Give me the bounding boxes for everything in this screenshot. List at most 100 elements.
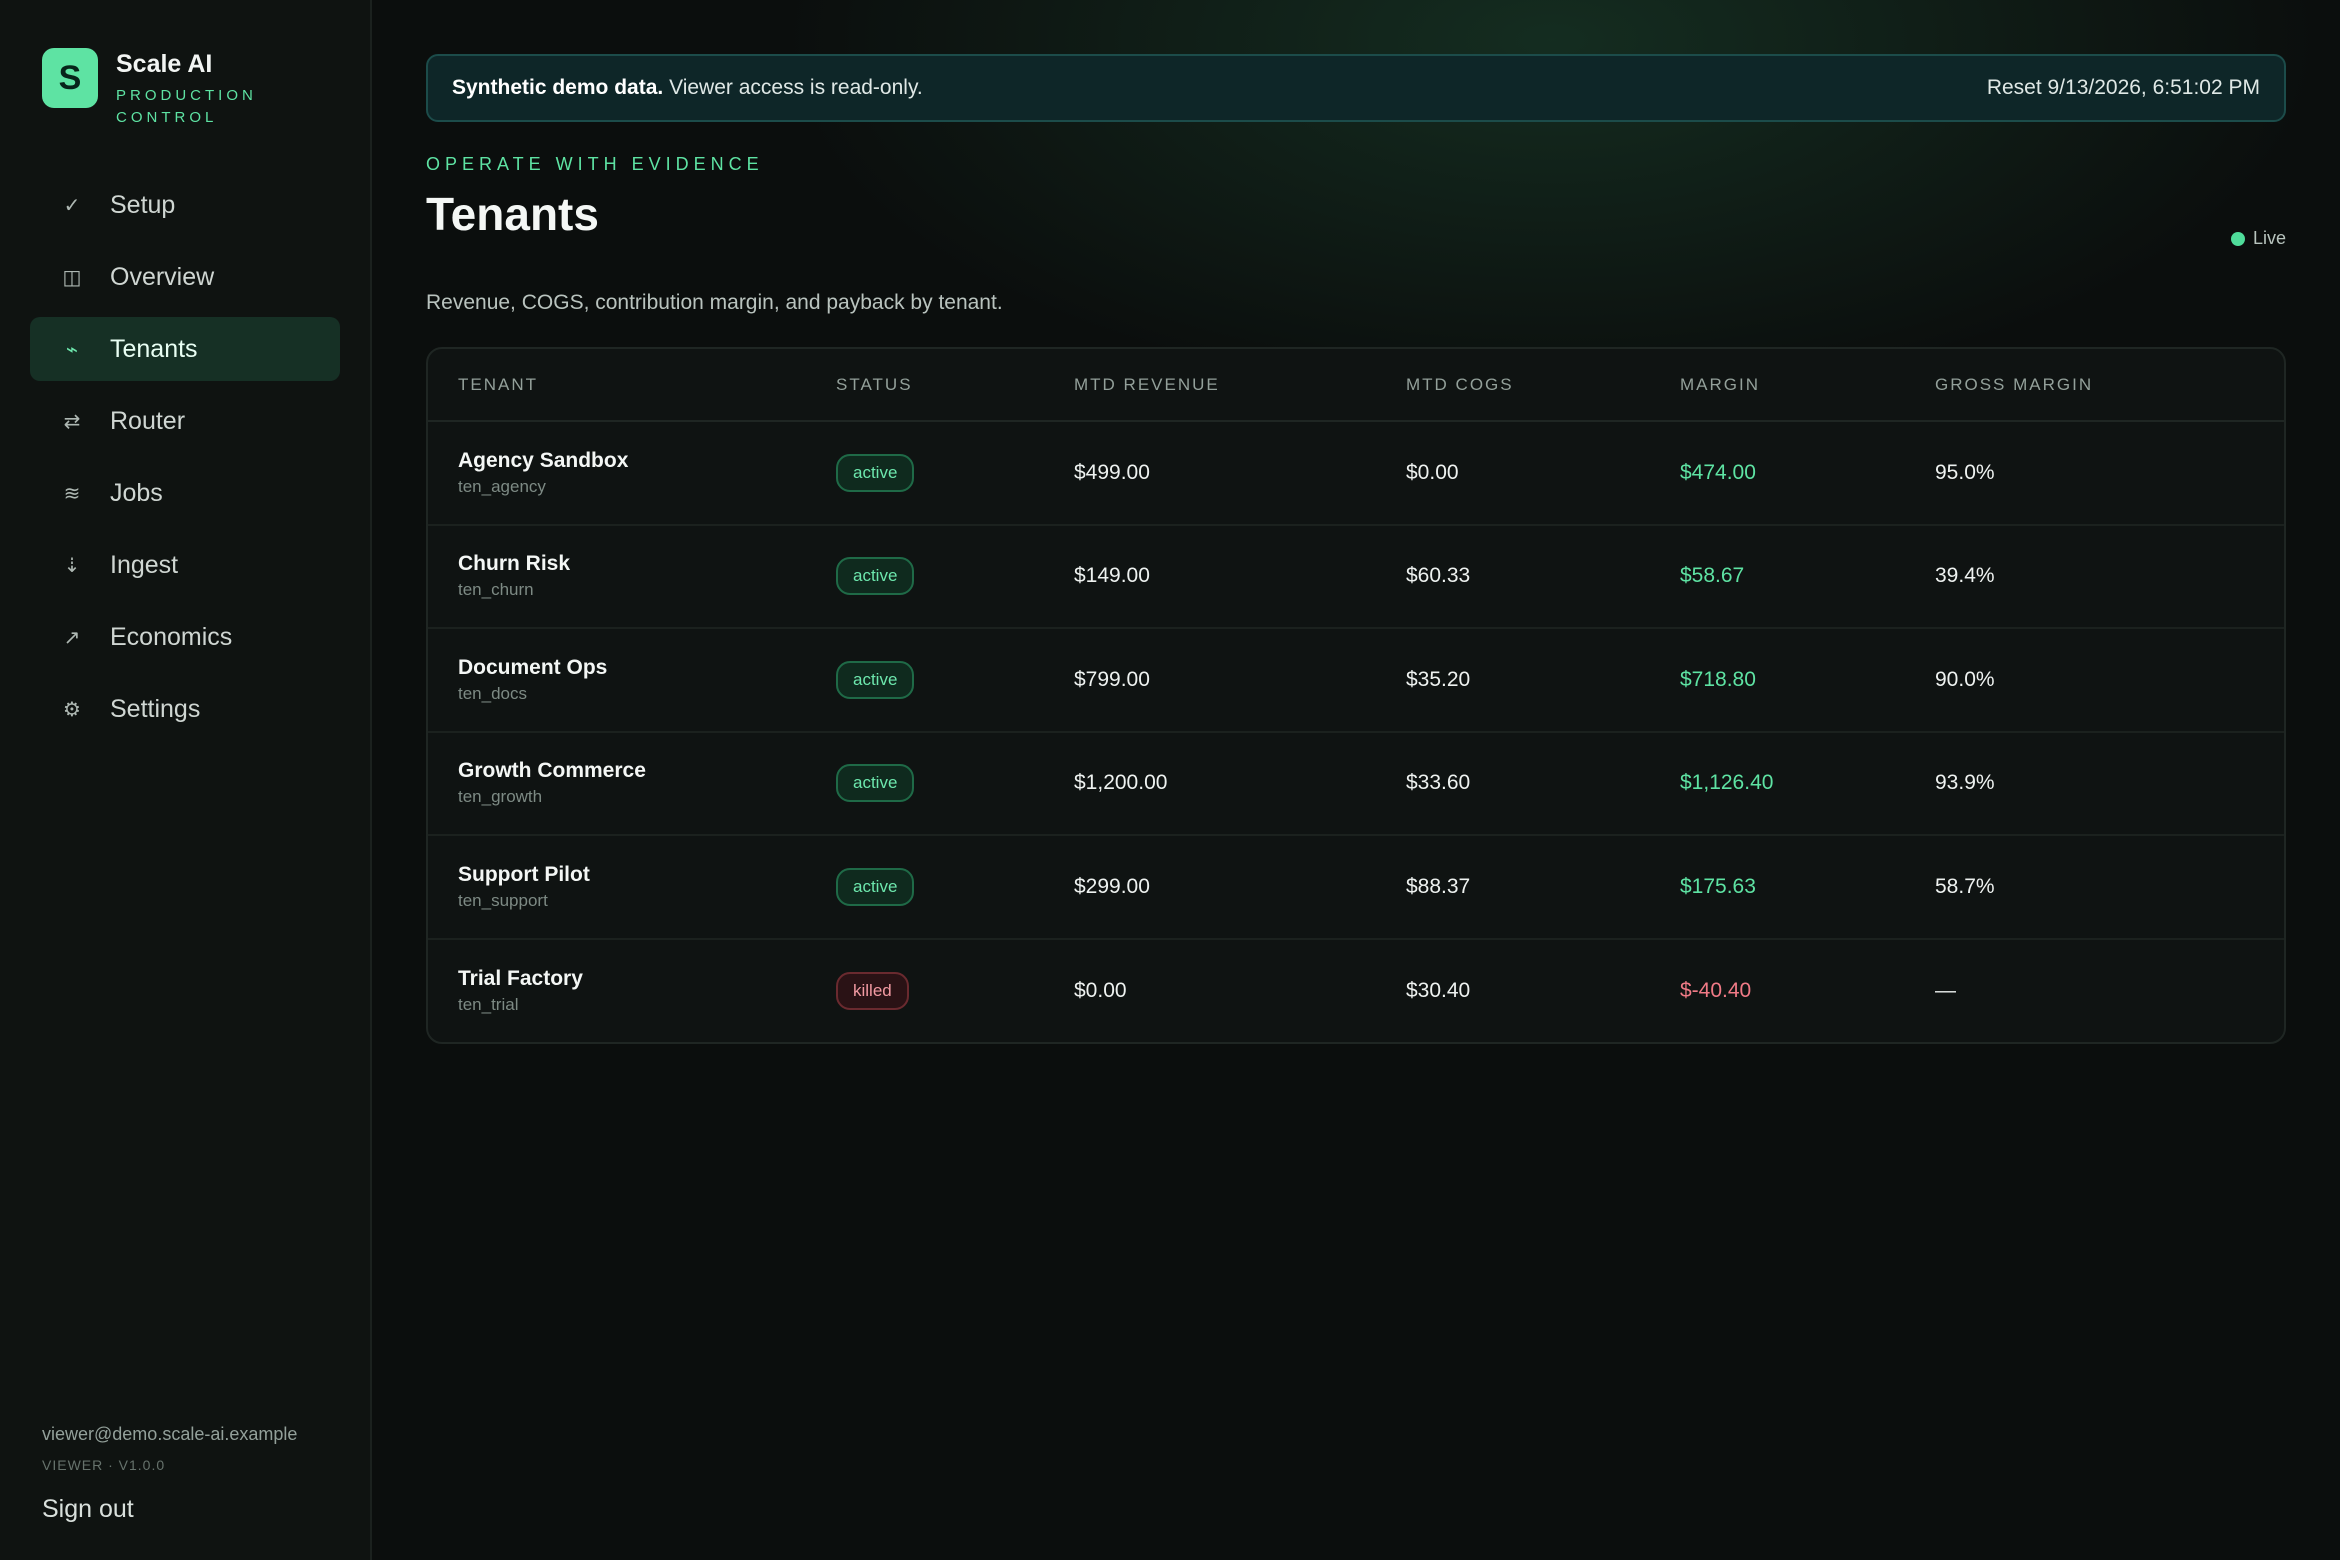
page-eyebrow: OPERATE WITH EVIDENCE [426,154,764,174]
gross-margin-cell: — [1935,978,1956,1002]
tenant-cell: Document Ops ten_docs [428,628,836,733]
status-cell: active [836,731,1074,836]
revenue-cell: $1,200.00 [1074,731,1406,836]
gross-margin-cell: 93.9% [1935,731,2284,836]
gross-margin-cell: 58.7% [1935,835,2284,940]
tenant-cell: Trial Factory ten_trial [428,939,836,1043]
tenant-name[interactable]: Churn Risk [458,552,836,576]
margin-cell: $718.80 [1680,628,1935,733]
tenant-cell: Churn Risk ten_churn [428,524,836,629]
status-badge: active [836,453,915,492]
tenant-id: ten_docs [458,683,527,703]
cogs-cell: $60.33 [1406,524,1680,629]
tenant-id: ten_agency [458,476,546,496]
tenant-name[interactable]: Agency Sandbox [458,449,836,473]
columns-icon: ◫ [62,266,82,289]
sidebar-footer: viewer@demo.scale-ai.example VIEWER · V1… [42,1424,297,1524]
sign-out-button[interactable]: Sign out [42,1495,297,1524]
activity-icon: ⌁ [65,338,79,361]
sidebar-item-label: Settings [110,694,201,723]
status-badge: active [836,660,915,699]
margin-cell: $1,126.40 [1680,731,1935,836]
cogs-cell: $30.40 [1406,978,1471,1002]
header-mtd-cogs[interactable]: MTD COGS [1406,349,1680,422]
revenue-cell: $499.00 [1074,421,1406,526]
brand-subtitle: PRODUCTION CONTROL [116,87,257,126]
sidebar-item-jobs[interactable]: ≋ Jobs [30,461,340,525]
banner-strong-text: Synthetic demo data. [452,76,664,99]
header-mtd-revenue[interactable]: MTD REVENUE [1074,349,1406,422]
status-badge: active [836,867,915,906]
status-badge: killed [836,971,909,1010]
title-row: Tenants Live [426,187,2286,248]
revenue-cell: $0.00 [1074,978,1127,1002]
page-title: Tenants [426,188,599,240]
swap-icon: ⇄ [63,410,81,433]
brand[interactable]: S Scale AI PRODUCTION CONTROL [30,48,340,129]
header-gross-margin[interactable]: GROSS MARGIN [1935,349,2284,422]
tenant-id: ten_support [458,890,548,910]
margin-cell: $-40.40 [1680,978,1752,1002]
check-icon: ✓ [63,194,81,217]
status-cell: active [836,421,1074,526]
brand-text: Scale AI PRODUCTION CONTROL [116,48,266,129]
live-dot-icon [2230,231,2245,246]
tenants-table-card: TENANT STATUS MTD REVENUE MTD COGS MARGI… [426,347,2286,1044]
revenue-cell: $149.00 [1074,524,1406,629]
tenant-name[interactable]: Support Pilot [458,863,836,887]
table-row[interactable]: Agency Sandbox ten_agency active $499.00… [428,421,2284,526]
app-root: S Scale AI PRODUCTION CONTROL ✓ Setup ◫ … [0,0,2340,1560]
gear-icon: ⚙ [63,698,81,721]
header-status[interactable]: STATUS [836,349,1074,422]
brand-logo: S [42,48,98,108]
tenant-cell: Agency Sandbox ten_agency [428,421,836,526]
sidebar-item-label: Setup [110,190,176,219]
revenue-cell: $299.00 [1074,835,1406,940]
main-content: Synthetic demo data. Viewer access is re… [372,0,2340,1560]
margin-cell: $175.63 [1680,835,1935,940]
tenant-name[interactable]: Document Ops [458,656,836,680]
sidebar-item-settings[interactable]: ⚙ Settings [30,677,340,741]
sidebar-item-tenants[interactable]: ⌁ Tenants [30,317,340,381]
table-row[interactable]: Support Pilot ten_support active $299.00… [428,835,2284,940]
brand-name: Scale AI [116,50,213,78]
tenant-name[interactable]: Trial Factory [458,967,836,991]
header-margin[interactable]: MARGIN [1680,349,1935,422]
page-subtitle: Revenue, COGS, contribution margin, and … [426,291,1003,314]
margin-cell: $58.67 [1680,524,1935,629]
header-tenant[interactable]: TENANT [428,349,836,422]
table-row[interactable]: Document Ops ten_docs active $799.00 $35… [428,628,2284,733]
banner-text: Viewer access is read-only. [669,76,923,99]
status-cell: active [836,524,1074,629]
stack-icon: ≋ [63,482,81,505]
gross-margin-cell: 90.0% [1935,628,2284,733]
table-row[interactable]: Trial Factory ten_trial killed $0.00 $30… [428,939,2284,1043]
sidebar-item-setup[interactable]: ✓ Setup [30,173,340,237]
trend-up-icon: ↗ [63,626,81,649]
status-badge: active [836,557,915,596]
table-row[interactable]: Growth Commerce ten_growth active $1,200… [428,731,2284,836]
status-cell: killed [836,939,1074,1043]
cogs-cell: $33.60 [1406,731,1680,836]
sidebar-item-ingest[interactable]: ⇣ Ingest [30,533,340,597]
tenant-id: ten_growth [458,787,543,807]
sidebar-item-router[interactable]: ⇄ Router [30,389,340,453]
sidebar-item-economics[interactable]: ↗ Economics [30,605,340,669]
sidebar-item-label: Economics [110,622,233,651]
status-cell: active [836,835,1074,940]
tenant-cell: Support Pilot ten_support [428,835,836,940]
sidebar-item-label: Jobs [110,478,163,507]
sidebar-item-label: Overview [110,262,215,291]
sidebar-item-label: Tenants [110,334,198,363]
sidebar-nav: ✓ Setup ◫ Overview ⌁ Tenants ⇄ Router ≋ … [30,173,340,741]
cogs-cell: $35.20 [1406,628,1680,733]
sidebar-item-overview[interactable]: ◫ Overview [30,245,340,309]
table-row[interactable]: Churn Risk ten_churn active $149.00 $60.… [428,524,2284,629]
tenant-name[interactable]: Growth Commerce [458,759,836,783]
sidebar-item-label: Router [110,406,186,435]
gross-margin-cell: 95.0% [1935,421,2284,526]
live-label: Live [2252,228,2286,248]
tenants-table: TENANT STATUS MTD REVENUE MTD COGS MARGI… [428,349,2284,1042]
banner-message: Synthetic demo data. Viewer access is re… [452,76,923,100]
revenue-cell: $799.00 [1074,628,1406,733]
